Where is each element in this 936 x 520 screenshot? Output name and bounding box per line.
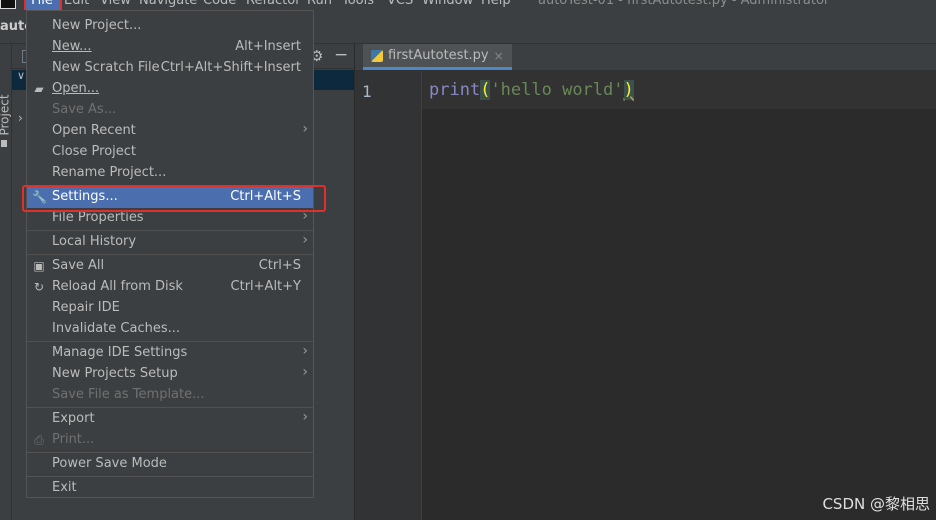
menu-separator [27,230,313,231]
menu-item-close-project[interactable]: Close Project [27,142,313,163]
app-logo-icon [0,0,16,9]
code-function: print [429,80,481,100]
menu-separator [27,452,313,453]
folder-icon: ▰ [34,82,44,96]
menu-item-new-projects-setup[interactable]: New Projects Setup › [27,364,313,385]
menu-separator [27,407,313,408]
menu-item-power-save-mode[interactable]: Power Save Mode [27,454,313,475]
menu-help[interactable]: Help [481,0,511,8]
python-file-icon [371,49,383,62]
printer-icon: ⎙ [34,433,44,447]
editor-tab-bar: firstAutotest.py × [355,44,936,71]
menu-item-save-all[interactable]: ▣ Save All Ctrl+S [27,256,313,277]
menu-separator [27,476,313,477]
chevron-right-icon: › [302,232,308,248]
menu-code[interactable]: Code [203,0,236,8]
menu-refactor[interactable]: Refactor [246,0,301,8]
close-icon[interactable]: × [494,49,504,63]
menu-bar: File Edit View Navigate Code Refactor Ru… [0,0,936,10]
menu-view[interactable]: View [100,0,131,8]
menu-vcs[interactable]: VCS [387,0,413,8]
watermark: CSDN @黎相思 [822,495,930,513]
reload-icon: ↻ [33,280,45,294]
menu-item-invalidate-caches[interactable]: Invalidate Caches... [27,319,313,340]
menu-item-exit[interactable]: Exit [27,478,313,499]
menu-window[interactable]: Window [422,0,473,8]
menu-item-new-project[interactable]: New Project... [27,16,313,37]
file-menu-dropdown: New Project... New... Alt+Insert New Scr… [26,10,314,498]
code-string: 'hello world' [490,80,624,100]
left-tool-strip: Project [0,44,12,520]
code-open-paren: ( [480,80,491,100]
project-tool-tab[interactable]: Project [0,94,12,135]
minimize-icon[interactable]: − [334,45,348,65]
menu-item-export[interactable]: Export › [27,409,313,430]
settings-highlight-box [22,185,326,212]
editor-tab-firstautotest[interactable]: firstAutotest.py × [363,44,512,70]
chevron-right-icon: › [302,343,308,359]
editor-tab-label: firstAutotest.py [388,48,489,63]
code-line-1[interactable]: print('hello world') [429,80,634,100]
chevron-down-icon[interactable]: ∨ [17,69,25,82]
menu-item-open-recent[interactable]: Open Recent › [27,121,313,142]
project-tab-indicator [1,140,7,147]
menu-separator [27,254,313,255]
window-title: autoTest-01 - firstAutotest.py - Adminis… [538,0,830,8]
menu-item-new[interactable]: New... Alt+Insert [27,37,313,58]
chevron-right-icon: › [302,364,308,380]
menu-item-repair-ide[interactable]: Repair IDE [27,298,313,319]
chevron-right-icon: › [302,409,308,425]
code-close-paren: ) [623,80,634,100]
menu-item-rename-project[interactable]: Rename Project... [27,163,313,184]
menu-item-new-scratch-file[interactable]: New Scratch File Ctrl+Alt+Shift+Insert [27,58,313,79]
menu-edit[interactable]: Edit [64,0,89,8]
menu-run[interactable]: Run [307,0,332,8]
menu-navigate[interactable]: Navigate [139,0,197,8]
save-icon: ▣ [33,259,45,273]
menu-item-save-as: Save As... [52,102,117,117]
chevron-right-icon: › [302,121,308,137]
menu-item-manage-ide-settings[interactable]: Manage IDE Settings › [27,343,313,364]
menu-separator [27,341,313,342]
menu-item-print: ⎙ Print... [27,430,313,451]
menu-item-save-file-as-template: Save File as Template... [52,387,205,402]
editor-gutter [355,71,422,520]
chevron-right-icon[interactable]: › [18,111,23,125]
menu-item-open[interactable]: ▰ Open... [27,79,313,100]
menu-tools[interactable]: Tools [342,0,374,8]
menu-item-local-history[interactable]: Local History › [27,232,313,253]
line-number: 1 [362,82,372,101]
menu-item-reload-from-disk[interactable]: ↻ Reload All from Disk Ctrl+Alt+Y [27,277,313,298]
